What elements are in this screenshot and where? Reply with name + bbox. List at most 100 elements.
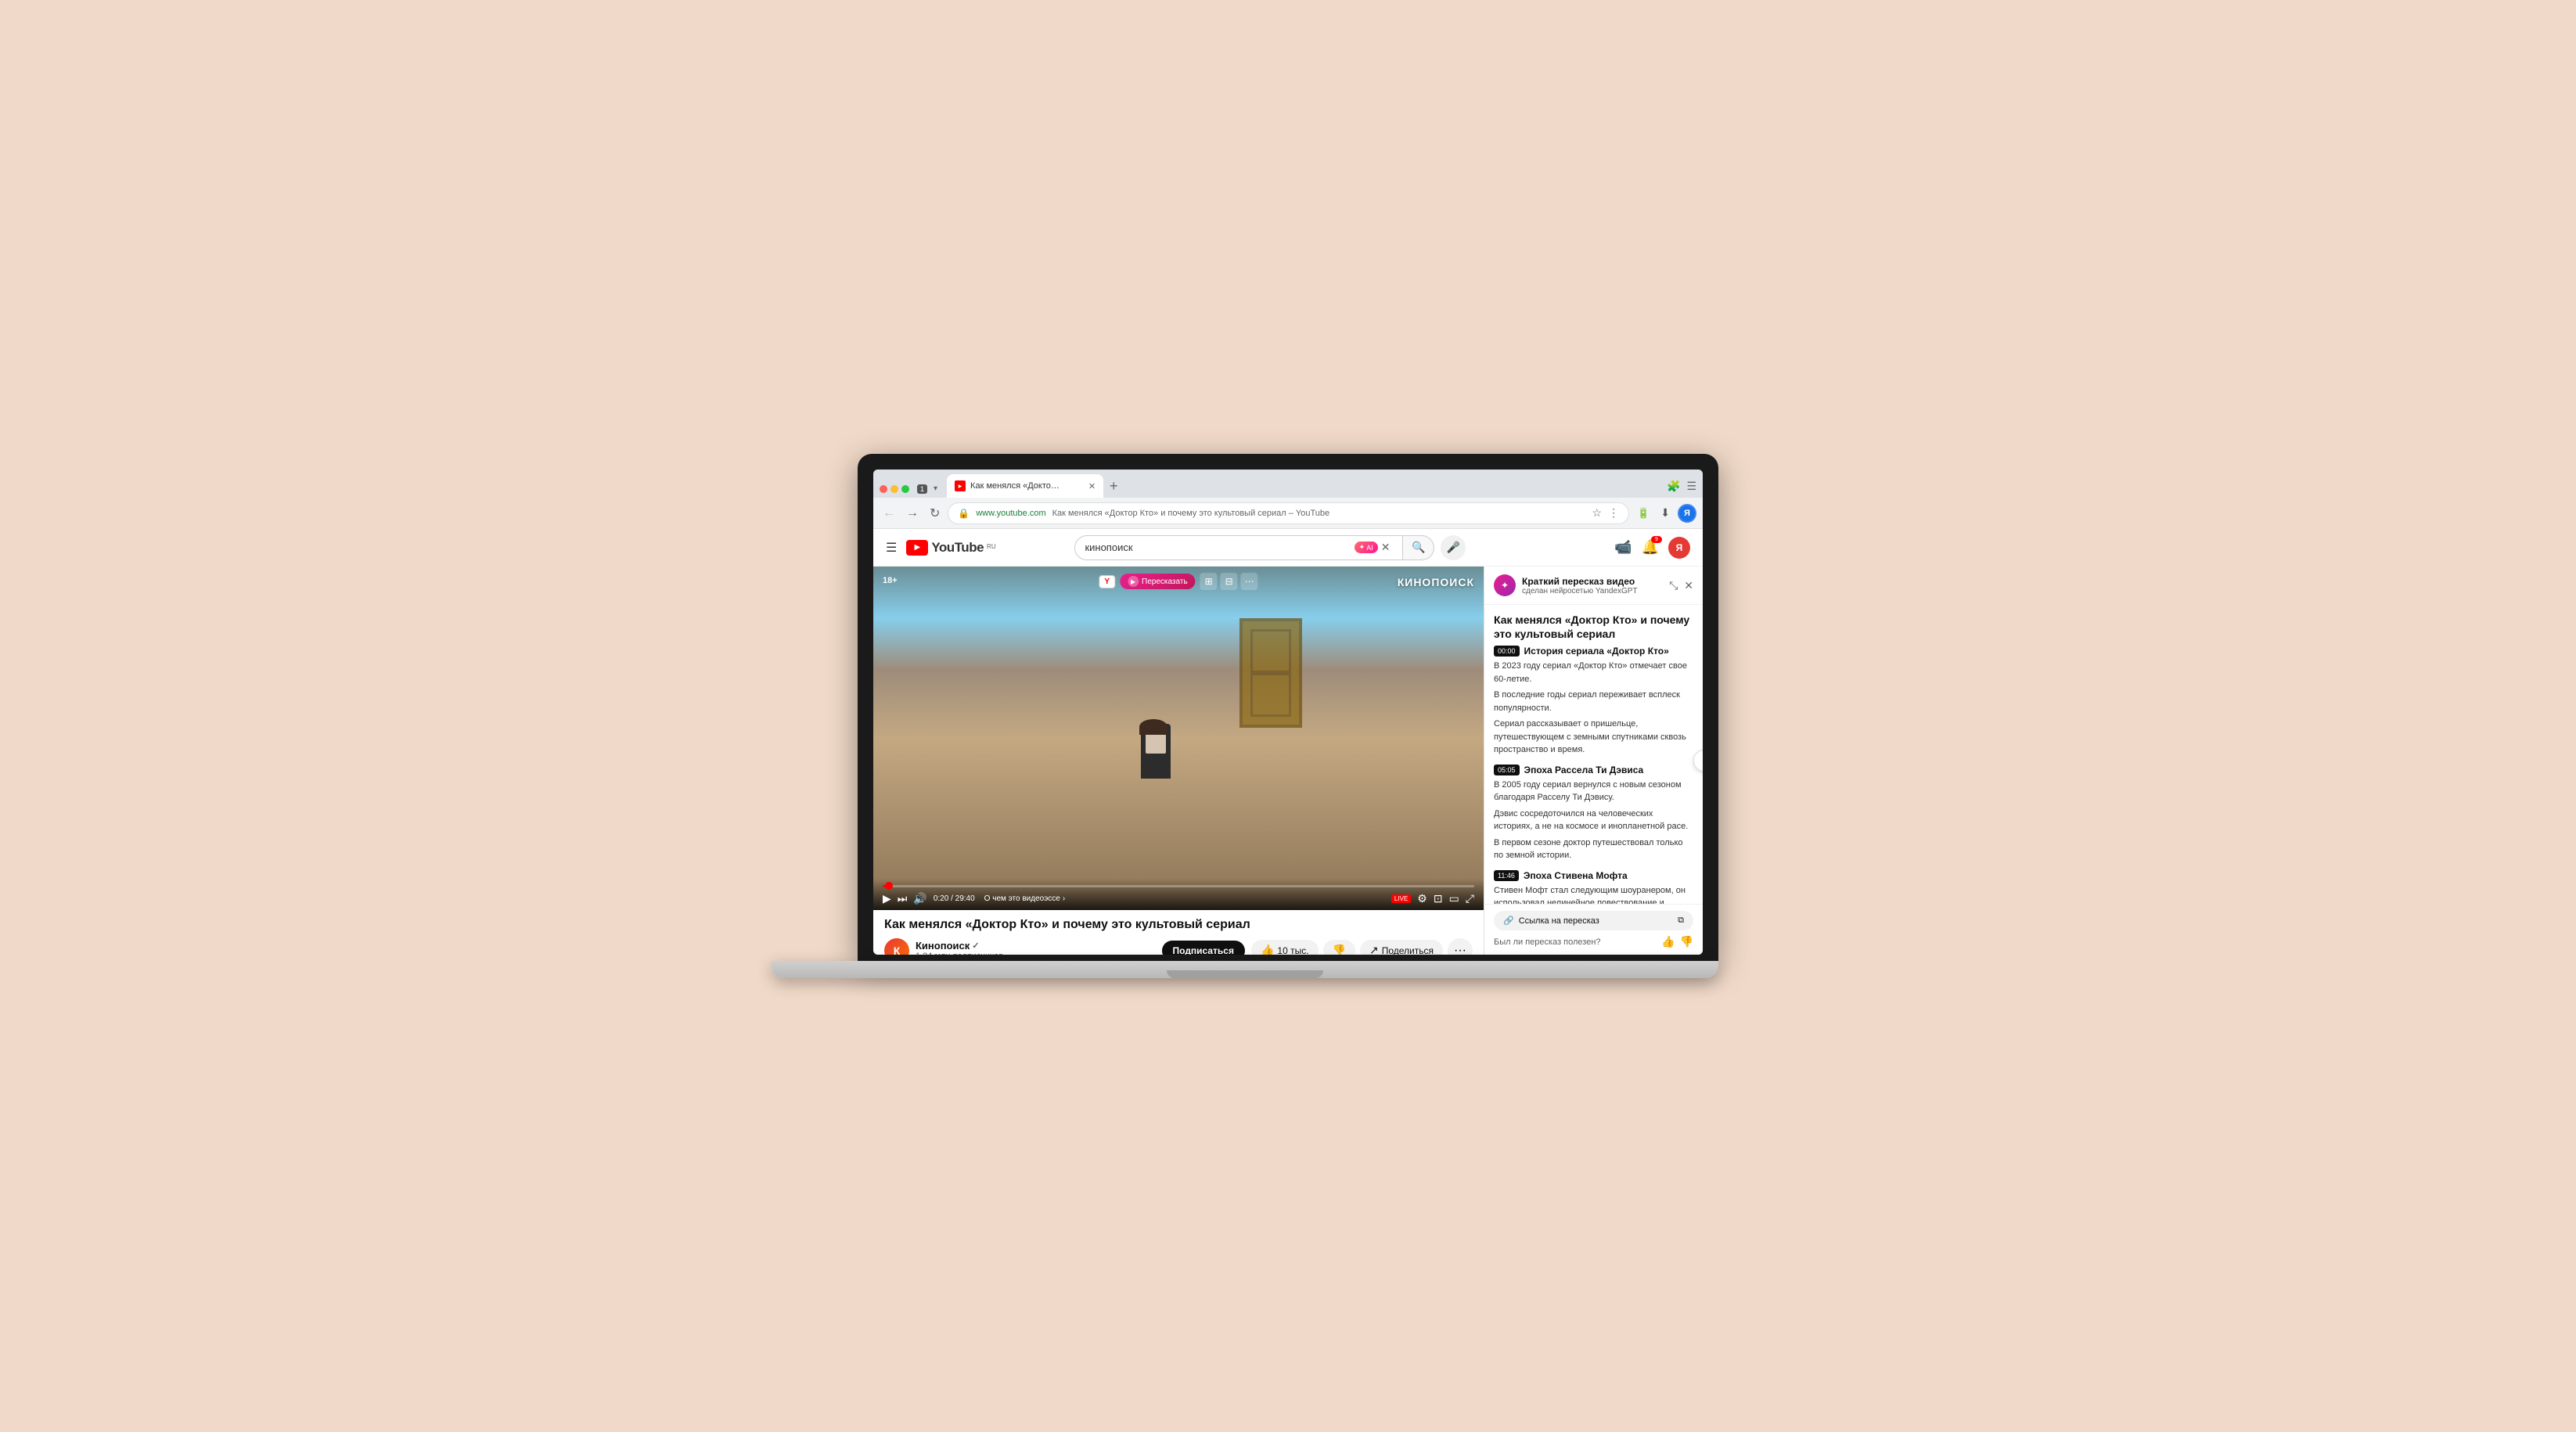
battery-icon: 🔋 bbox=[1634, 504, 1653, 523]
active-tab[interactable]: Как менялся «Докто… ✕ bbox=[947, 474, 1103, 498]
ai-link-btn[interactable]: 🔗 Ссылка на пересказ ⧉ bbox=[1494, 911, 1693, 930]
tab-favicon bbox=[955, 480, 966, 491]
new-tab-btn[interactable]: + bbox=[1103, 478, 1124, 498]
ai-timestamp-1[interactable]: 00:00 bbox=[1494, 646, 1520, 657]
progress-bar[interactable] bbox=[883, 885, 1474, 887]
yt-search-area: кинопоиск ✦ AI ✕ 🔍 🎤 bbox=[1074, 535, 1466, 560]
share-label: Поделиться bbox=[1382, 945, 1434, 955]
window-controls: 1 ▾ bbox=[880, 483, 941, 498]
tab-dropdown-btn[interactable]: ▾ bbox=[930, 483, 941, 495]
next-btn[interactable]: ⏭ bbox=[898, 892, 908, 905]
browser-menu-icon[interactable]: ☰ bbox=[1686, 480, 1696, 493]
youtube-logo[interactable]: YouTube RU bbox=[906, 540, 995, 556]
ai-expand-btn[interactable]: ⤡ bbox=[1669, 579, 1678, 592]
forward-btn[interactable]: → bbox=[903, 503, 922, 524]
share-icon: ↗ bbox=[1369, 944, 1379, 955]
ai-section-2-title: Эпоха Рассела Ти Дэвиса bbox=[1524, 765, 1644, 775]
ai-section-3-title: Эпоха Стивена Мофта bbox=[1524, 870, 1628, 881]
yt-user-avatar[interactable]: Я bbox=[1668, 537, 1690, 559]
current-time: 0:20 / 29:40 bbox=[934, 894, 975, 903]
verified-icon: ✓ bbox=[972, 941, 979, 951]
feedback-text: Был ли пересказ полезен? bbox=[1494, 937, 1601, 947]
screen-bezel: 1 ▾ Как менялся «Докто… ✕ + 🧩 ☰ bbox=[858, 454, 1718, 961]
ai-header-text: Краткий пересказ видео сделан нейросетью… bbox=[1522, 576, 1663, 595]
ai-video-title: Как менялся «Доктор Кто» и почему это ку… bbox=[1484, 605, 1703, 646]
controls-row: ▶ ⏭ 🔊 0:20 / 29:40 О чем это видеоэссе bbox=[883, 892, 1474, 905]
subscribe-btn[interactable]: Подписаться bbox=[1162, 941, 1245, 955]
ai-panel-footer: 🔗 Ссылка на пересказ ⧉ Был ли пересказ п… bbox=[1484, 904, 1703, 955]
ai-panel-body: 00:00 История сериала «Доктор Кто» В 202… bbox=[1484, 646, 1703, 904]
yt-voice-search-btn[interactable]: 🎤 bbox=[1441, 535, 1466, 560]
security-icon: 🔒 bbox=[958, 508, 970, 519]
dislike-btn[interactable]: 👎 bbox=[1323, 940, 1355, 955]
yt-search-box[interactable]: кинопоиск ✦ AI ✕ bbox=[1074, 535, 1403, 560]
theater-btn[interactable]: ▭ bbox=[1449, 892, 1459, 905]
youtube-logo-icon bbox=[906, 540, 928, 556]
pip-btn[interactable]: ⊡ bbox=[1434, 892, 1443, 905]
yt-search-input[interactable]: кинопоиск bbox=[1085, 541, 1354, 553]
feedback-btns: 👍 👎 bbox=[1661, 935, 1693, 948]
channel-info: Кинопоиск ✓ 1,24 млн подписчиков bbox=[916, 940, 1156, 955]
notification-count-badge: 9 bbox=[1651, 536, 1662, 543]
like-btn[interactable]: 👍 10 тыс. bbox=[1251, 940, 1319, 955]
tab-close-btn[interactable]: ✕ bbox=[1088, 481, 1096, 491]
ai-section-3: 11:46 Эпоха Стивена Мофта Стивен Мофт ст… bbox=[1494, 870, 1693, 904]
video-actions: 👍 10 тыс. 👎 ↗ Поделиться bbox=[1251, 938, 1473, 955]
yt-main-content: КИНОПОИСК 18+ Y ▶ Пересказать bbox=[873, 567, 1703, 955]
feedback-thumbsup[interactable]: 👍 bbox=[1661, 935, 1675, 948]
extensions-icon[interactable]: 🧩 bbox=[1667, 480, 1680, 493]
video-player[interactable]: КИНОПОИСК 18+ Y ▶ Пересказать bbox=[873, 567, 1484, 910]
copy-link-icon[interactable]: ⧉ bbox=[1678, 916, 1684, 926]
channel-name-text: Кинопоиск bbox=[916, 940, 970, 952]
yt-avatar-initial: Я bbox=[1676, 542, 1683, 553]
yt-create-btn[interactable]: 📹 bbox=[1614, 539, 1632, 556]
yt-search-clear-btn[interactable]: ✕ bbox=[1381, 541, 1391, 554]
share-btn[interactable]: ↗ Поделиться bbox=[1360, 940, 1443, 955]
play-btn[interactable]: ▶ bbox=[883, 892, 891, 905]
about-video-btn[interactable]: О чем это видеоэссе › bbox=[984, 894, 1066, 903]
more-actions-btn[interactable]: ··· bbox=[1448, 938, 1473, 955]
about-text: О чем это видеоэссе bbox=[984, 894, 1060, 903]
reload-btn[interactable]: ↻ bbox=[926, 502, 943, 524]
profile-avatar[interactable]: Я bbox=[1678, 504, 1696, 523]
close-window-btn[interactable] bbox=[880, 485, 887, 493]
channel-avatar-icon: К bbox=[894, 944, 901, 955]
url-bar[interactable]: 🔒 www.youtube.com Как менялся «Доктор Кт… bbox=[948, 502, 1629, 524]
ai-panel-header: ✦ Краткий пересказ видео сделан нейросет… bbox=[1484, 567, 1703, 605]
maximize-window-btn[interactable] bbox=[901, 485, 909, 493]
ai-panel-title-label: Краткий пересказ видео bbox=[1522, 576, 1663, 587]
controls-right: LIVE ⚙ ⊡ ▭ ⤢ bbox=[1391, 892, 1474, 905]
youtube-region-label: RU bbox=[987, 543, 996, 550]
ai-timestamp-2[interactable]: 05:05 bbox=[1494, 765, 1520, 775]
ai-timestamp-3[interactable]: 11:46 bbox=[1494, 870, 1519, 881]
bookmark-icon[interactable]: ☆ bbox=[1592, 506, 1603, 520]
video-title: Как менялся «Доктор Кто» и почему это ку… bbox=[884, 918, 1473, 932]
yt-notifications-btn[interactable]: 🔔 9 bbox=[1642, 539, 1659, 556]
download-icon[interactable]: ⬇ bbox=[1657, 503, 1673, 523]
minimize-window-btn[interactable] bbox=[890, 485, 898, 493]
yandex-y-badge: Y bbox=[1099, 575, 1115, 588]
feedback-thumbsdown[interactable]: 👎 bbox=[1680, 935, 1693, 948]
live-badge: LIVE bbox=[1391, 894, 1411, 903]
volume-btn[interactable]: 🔊 bbox=[913, 892, 926, 905]
yt-menu-btn[interactable]: ☰ bbox=[886, 540, 897, 556]
channel-avatar[interactable]: К bbox=[884, 938, 909, 955]
retell-action-captions[interactable]: ⊞ bbox=[1200, 573, 1218, 590]
retell-btn[interactable]: ▶ Пересказать bbox=[1120, 574, 1196, 589]
retell-icon: ▶ bbox=[1128, 576, 1139, 587]
retell-action-chapters[interactable]: ⊟ bbox=[1221, 573, 1238, 590]
back-btn[interactable]: ← bbox=[880, 503, 898, 524]
browser-toolbar-right: 🧩 ☰ bbox=[1667, 480, 1696, 498]
settings-btn[interactable]: ⚙ bbox=[1417, 892, 1427, 905]
search-icon: 🔍 bbox=[1412, 541, 1425, 554]
fullscreen-btn[interactable]: ⤢ bbox=[1466, 892, 1474, 905]
yt-video-area: КИНОПОИСК 18+ Y ▶ Пересказать bbox=[873, 567, 1484, 955]
ai-section-2-text-1: В 2005 году сериал вернулся с новым сезо… bbox=[1494, 779, 1693, 804]
youtube-header: ☰ YouTube RU кинопоиск ✦ AI bbox=[873, 529, 1703, 567]
screen: 1 ▾ Как менялся «Докто… ✕ + 🧩 ☰ bbox=[873, 470, 1703, 955]
microphone-icon: 🎤 bbox=[1447, 541, 1460, 554]
yt-search-btn[interactable]: 🔍 bbox=[1403, 535, 1434, 560]
retell-action-more[interactable]: ⋯ bbox=[1241, 573, 1258, 590]
ai-close-btn[interactable]: ✕ bbox=[1684, 579, 1693, 592]
url-more-icon[interactable]: ⋮ bbox=[1608, 506, 1619, 520]
